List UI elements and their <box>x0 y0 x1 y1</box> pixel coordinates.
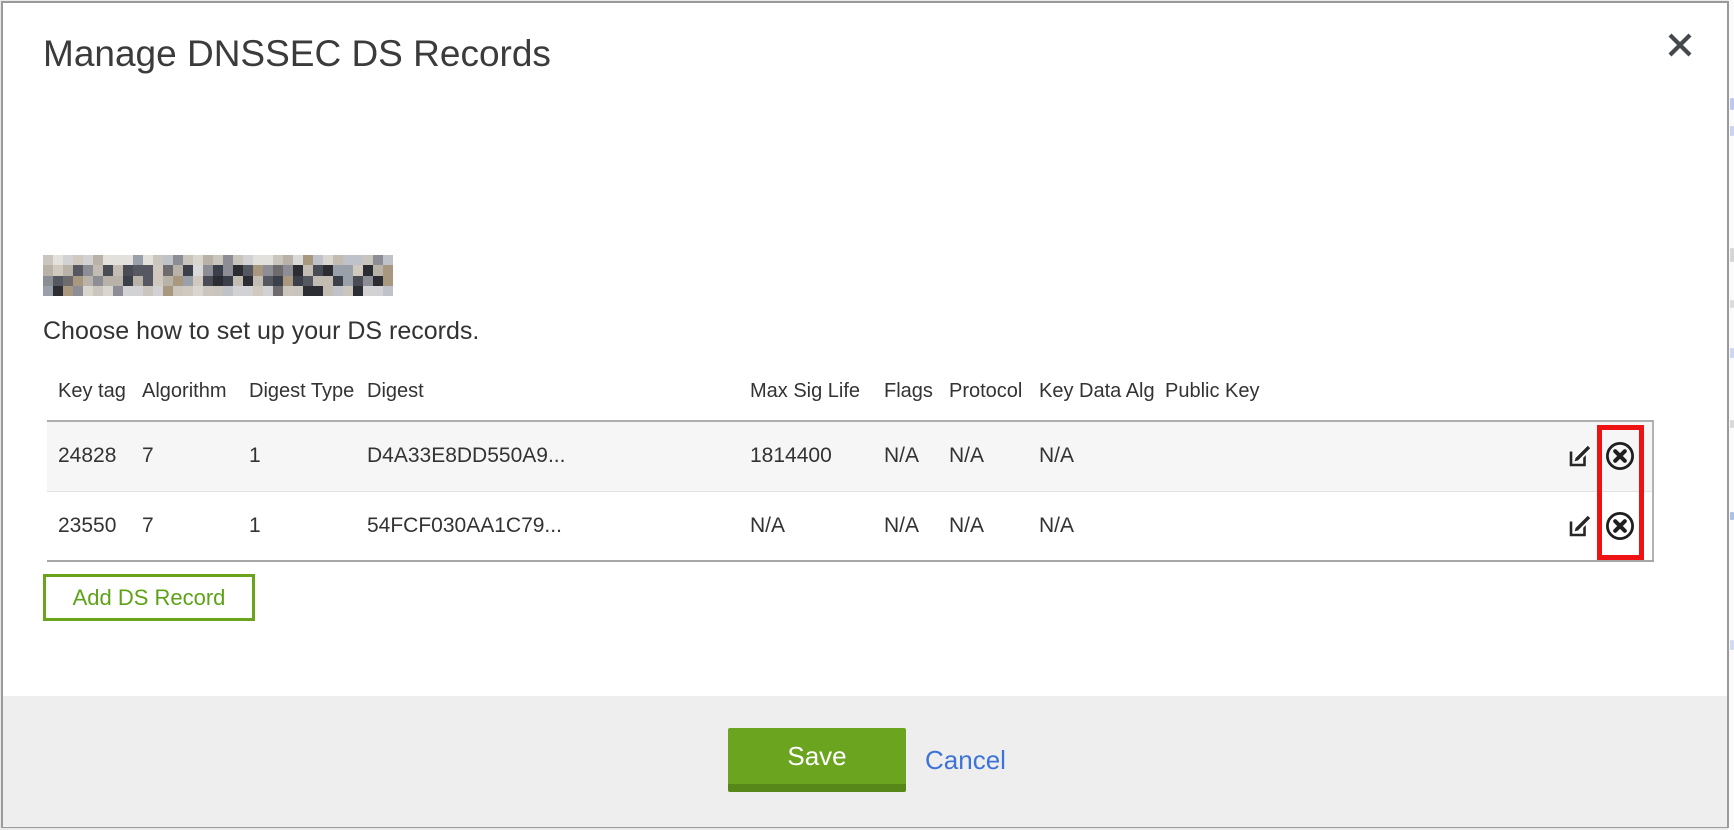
row-actions <box>1322 421 1653 491</box>
col-header-protocol: Protocol <box>949 363 1039 421</box>
row-actions <box>1322 491 1653 561</box>
cell-digest-type: 1 <box>249 421 367 491</box>
col-header-key-tag: Key tag <box>47 363 142 421</box>
delete-circle-icon[interactable] <box>1604 440 1636 472</box>
cell-key-data-alg: N/A <box>1039 421 1165 491</box>
manage-dnssec-dialog: Manage DNSSEC DS Records Choose how to s… <box>1 1 1729 828</box>
save-button[interactable]: Save <box>728 728 906 792</box>
dialog-title: Manage DNSSEC DS Records <box>43 33 551 75</box>
instruction-text: Choose how to set up your DS records. <box>43 317 479 346</box>
cell-public-key <box>1165 421 1322 491</box>
col-header-public-key: Public Key <box>1165 363 1322 421</box>
cell-key-tag: 23550 <box>47 491 142 561</box>
add-ds-record-button[interactable]: Add DS Record <box>43 574 255 621</box>
cell-algorithm: 7 <box>142 491 249 561</box>
table-row: 23550 7 1 54FCF030AA1C79... N/A N/A N/A … <box>47 491 1653 561</box>
dialog-footer: Save Cancel <box>3 696 1727 827</box>
col-header-flags: Flags <box>884 363 949 421</box>
close-icon[interactable] <box>1658 23 1702 67</box>
ds-records-table: Key tag Algorithm Digest Type Digest Max… <box>47 363 1654 562</box>
cell-public-key <box>1165 491 1322 561</box>
col-header-key-data-alg: Key Data Alg <box>1039 363 1165 421</box>
table-header-row: Key tag Algorithm Digest Type Digest Max… <box>47 363 1653 421</box>
edit-icon[interactable] <box>1566 512 1594 540</box>
cell-digest-type: 1 <box>249 491 367 561</box>
cell-digest: D4A33E8DD550A9... <box>367 421 750 491</box>
col-header-digest: Digest <box>367 363 750 421</box>
col-header-max-sig-life: Max Sig Life <box>750 363 884 421</box>
delete-circle-icon[interactable] <box>1604 510 1636 542</box>
table-row: 24828 7 1 D4A33E8DD550A9... 1814400 N/A … <box>47 421 1653 491</box>
edit-icon[interactable] <box>1566 442 1594 470</box>
col-header-digest-type: Digest Type <box>249 363 367 421</box>
domain-name-redacted <box>43 255 393 296</box>
cell-max-sig-life: 1814400 <box>750 421 884 491</box>
cell-max-sig-life: N/A <box>750 491 884 561</box>
cell-protocol: N/A <box>949 491 1039 561</box>
col-header-actions <box>1322 363 1653 421</box>
cell-key-tag: 24828 <box>47 421 142 491</box>
cell-key-data-alg: N/A <box>1039 491 1165 561</box>
cell-digest: 54FCF030AA1C79... <box>367 491 750 561</box>
cell-protocol: N/A <box>949 421 1039 491</box>
col-header-algorithm: Algorithm <box>142 363 249 421</box>
cancel-link[interactable]: Cancel <box>925 745 1006 776</box>
cell-flags: N/A <box>884 421 949 491</box>
cell-algorithm: 7 <box>142 421 249 491</box>
cell-flags: N/A <box>884 491 949 561</box>
